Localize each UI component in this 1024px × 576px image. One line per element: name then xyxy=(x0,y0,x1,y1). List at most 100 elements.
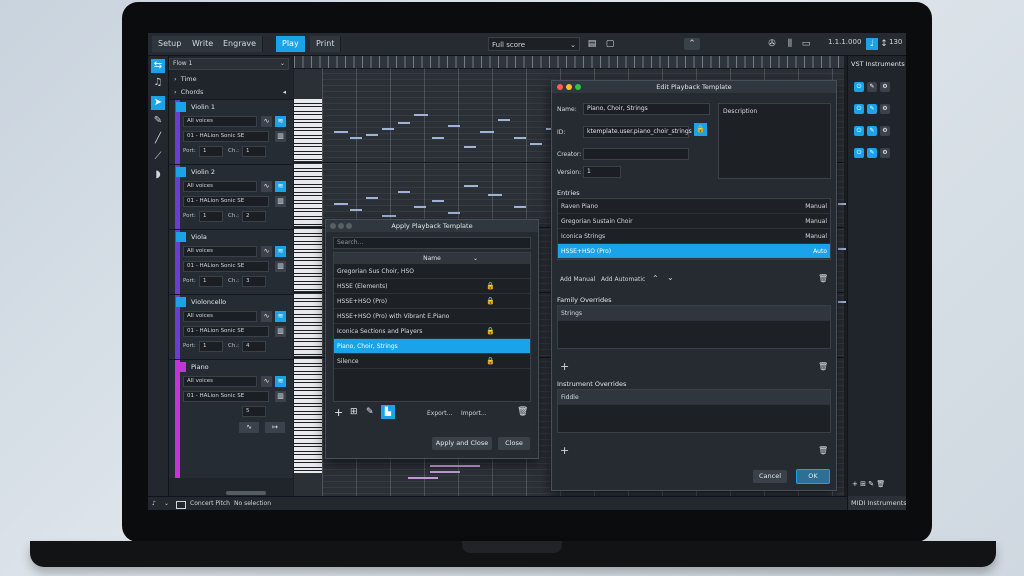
automation-icon[interactable]: ∿ xyxy=(261,246,272,257)
vst-slot[interactable]: ⏻ ✎ ⚙ xyxy=(854,148,893,160)
galley-view-icon[interactable]: ▤ xyxy=(586,38,598,50)
midi-icon[interactable]: ≋ xyxy=(275,376,286,387)
template-row[interactable]: Gregorian Sus Choir, HSO xyxy=(334,264,530,279)
flow-selector[interactable]: Flow 1 ⌄ xyxy=(169,58,289,70)
column-header-name[interactable]: Name ⌄ xyxy=(334,253,530,264)
voices-select[interactable]: All voices xyxy=(183,116,257,127)
gear-icon[interactable]: ⚙ xyxy=(880,148,890,158)
chevron-down-icon[interactable] xyxy=(176,102,186,112)
midi-instruments-header[interactable]: MIDI Instruments xyxy=(848,496,906,510)
instrument-select[interactable]: 01 - HALion Sonic SE xyxy=(183,131,269,142)
keyboard-icon[interactable]: ▥ xyxy=(275,196,286,207)
close-window-icon[interactable] xyxy=(330,223,336,229)
automation-icon[interactable]: ∿ xyxy=(239,422,259,433)
template-row[interactable]: HSSE (Elements) 🔒 xyxy=(334,279,530,294)
power-icon[interactable]: ⏻ xyxy=(854,104,864,114)
port-select[interactable]: 1 xyxy=(199,341,223,352)
add-icon[interactable]: + xyxy=(334,406,343,419)
chevron-down-icon[interactable] xyxy=(176,232,186,242)
chevron-down-icon[interactable] xyxy=(176,167,186,177)
chevron-down-icon[interactable]: ⌄ xyxy=(164,497,169,510)
template-row[interactable]: HSSE+HSO (Pro) 🔒 xyxy=(334,294,530,309)
edit-icon[interactable]: ✎ xyxy=(867,148,877,158)
entry-row-selected[interactable]: HSSE+HSO (Pro) Auto xyxy=(558,244,830,259)
track-viola[interactable]: Viola All voices ∿ ≋ 01 - HALion Sonic S… xyxy=(169,229,293,294)
lock-icon[interactable]: 🔒 xyxy=(694,123,707,136)
entry-row[interactable]: Gregorian Sustain Choir Manual xyxy=(558,214,830,229)
midi-icon[interactable]: ≋ xyxy=(275,246,286,257)
trash-icon[interactable]: 🗑 xyxy=(876,480,885,488)
add-manual-button[interactable]: Add Manual xyxy=(560,276,595,283)
automation-icon[interactable]: ∿ xyxy=(261,311,272,322)
track-violin-2[interactable]: Violin 2 All voices ∿ ≋ 01 - HALion Soni… xyxy=(169,164,293,229)
link-icon[interactable]: ⇆ xyxy=(151,59,165,73)
chevron-down-icon[interactable] xyxy=(176,362,186,372)
keyboard-icon[interactable]: ▥ xyxy=(275,391,286,402)
instrument-select[interactable]: 01 - HALion Sonic SE xyxy=(183,196,269,207)
chevron-down-icon[interactable] xyxy=(176,297,186,307)
track-piano[interactable]: Piano All voices ∿ ≋ 01 - HALion Sonic S… xyxy=(169,359,293,478)
track-violoncello[interactable]: Violoncello All voices ∿ ≋ 01 - HALion S… xyxy=(169,294,293,359)
pointer-icon[interactable]: ➤ xyxy=(151,96,165,110)
note-value-icon[interactable]: ♪ xyxy=(152,497,156,510)
edit-icon[interactable]: ✎ xyxy=(867,104,877,114)
voices-select[interactable]: All voices xyxy=(183,311,257,322)
maximize-window-icon[interactable] xyxy=(575,84,581,90)
gear-icon[interactable]: ⚙ xyxy=(880,126,890,136)
pencil-icon[interactable]: ✎ xyxy=(151,114,165,128)
mode-play[interactable]: Play xyxy=(276,36,306,52)
edit-icon[interactable]: ✎ xyxy=(867,82,877,92)
expand-icon[interactable]: ↦ xyxy=(265,422,285,433)
channel-select[interactable]: 4 xyxy=(242,341,266,352)
vst-slot[interactable]: ⏻ ✎ ⚙ xyxy=(854,104,893,116)
port-select[interactable]: 1 xyxy=(199,276,223,287)
gear-icon[interactable]: ⚙ xyxy=(880,82,890,92)
channel-select[interactable]: 1 xyxy=(242,146,266,157)
add-copy-icon[interactable]: ⊞ xyxy=(350,407,358,417)
minimize-window-icon[interactable] xyxy=(338,223,344,229)
export-button[interactable]: Export... xyxy=(427,410,452,417)
add-icon[interactable]: + xyxy=(560,444,569,457)
template-row[interactable]: Iconica Sections and Players 🔒 xyxy=(334,324,530,339)
midi-icon[interactable]: ≋ xyxy=(275,181,286,192)
mode-write[interactable]: Write xyxy=(186,36,221,52)
cancel-button[interactable]: Cancel xyxy=(753,470,787,483)
automation-icon[interactable]: ∿ xyxy=(261,116,272,127)
channel-select[interactable]: 2 xyxy=(242,211,266,222)
version-input[interactable]: 1 xyxy=(583,166,621,178)
power-icon[interactable]: ⏻ xyxy=(854,82,864,92)
automation-icon[interactable]: ∿ xyxy=(261,181,272,192)
creator-input[interactable] xyxy=(583,148,689,160)
film-reel-icon[interactable]: ✇ xyxy=(766,38,778,50)
instrument-override-row[interactable]: Fiddle xyxy=(558,390,830,405)
panel-icon[interactable]: ▭ xyxy=(800,38,812,50)
global-track-chords[interactable]: › Chords ◂ xyxy=(174,86,292,98)
port-select[interactable]: 1 xyxy=(199,146,223,157)
chevron-down-icon[interactable]: ⌄ xyxy=(667,273,674,282)
trash-icon[interactable]: 🗑 xyxy=(818,362,828,371)
line-icon[interactable]: ╱ xyxy=(151,132,165,146)
id-input[interactable]: ktemplate.user.piano_choir_strings xyxy=(583,126,692,138)
trash-icon[interactable]: 🗑 xyxy=(517,407,528,417)
concert-pitch-toggle[interactable]: Concert Pitch xyxy=(190,497,230,510)
template-row[interactable]: Silence 🔒 xyxy=(334,354,530,369)
mixer-icon[interactable]: ⫼ xyxy=(784,38,796,50)
horizontal-scrollbar[interactable] xyxy=(226,491,266,495)
entry-row[interactable]: Raven Piano Manual xyxy=(558,199,830,214)
close-window-icon[interactable] xyxy=(557,84,563,90)
template-row[interactable]: HSSE+HSO (Pro) with Vibrant E.Piano xyxy=(334,309,530,324)
template-search-input[interactable]: Search... xyxy=(333,237,531,249)
close-button[interactable]: Close xyxy=(498,437,530,450)
global-track-time[interactable]: › Time xyxy=(174,73,292,85)
keyboard-icon[interactable]: ▥ xyxy=(275,326,286,337)
midi-icon[interactable]: ≋ xyxy=(275,116,286,127)
name-input[interactable]: Piano, Choir, Strings xyxy=(583,103,710,115)
import-button[interactable]: Import... xyxy=(461,410,487,417)
voices-select[interactable]: All voices xyxy=(183,246,257,257)
automation-icon[interactable]: ∿ xyxy=(261,376,272,387)
eraser-icon[interactable]: ◗ xyxy=(151,168,165,182)
midi-icon[interactable]: ≋ xyxy=(275,311,286,322)
minimize-window-icon[interactable] xyxy=(566,84,572,90)
add-copy-icon[interactable]: ⊞ xyxy=(860,480,866,488)
mode-engrave[interactable]: Engrave xyxy=(217,36,264,52)
